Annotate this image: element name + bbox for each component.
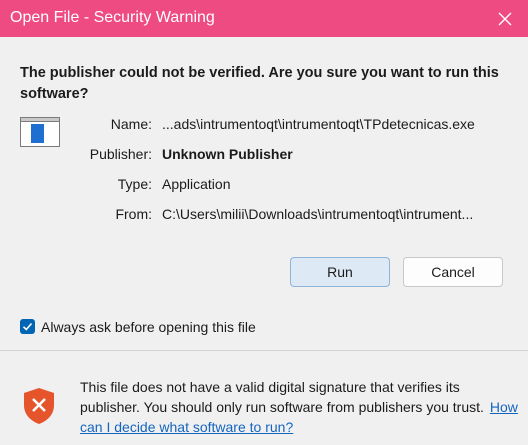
publisher-row: Publisher: Unknown Publisher (0, 146, 528, 166)
name-label: Name: (110, 116, 152, 132)
type-label: Type: (117, 176, 152, 192)
warning-text: This file does not have a valid digital … (80, 379, 484, 415)
from-value: C:\Users\milii\Downloads\intrumentoqt\in… (162, 206, 474, 222)
cancel-button[interactable]: Cancel (403, 257, 503, 287)
security-shield-icon (24, 388, 54, 424)
checkmark-icon (22, 322, 33, 331)
warning-message: This file does not have a valid digital … (80, 377, 520, 437)
close-icon (498, 12, 512, 25)
always-ask-label[interactable]: Always ask before opening this file (41, 319, 256, 335)
from-label: From: (115, 206, 152, 222)
warning-heading: The publisher could not be verified. Are… (20, 65, 499, 102)
name-value: ...ads\intrumentoqt\intrumentoqt\TPdetec… (162, 116, 475, 132)
always-ask-checkbox[interactable] (20, 319, 35, 334)
divider (0, 350, 528, 351)
run-button[interactable]: Run (290, 257, 390, 287)
publisher-label: Publisher: (89, 146, 152, 162)
name-row: Name: ...ads\intrumentoqt\intrumentoqt\T… (0, 116, 528, 136)
close-button[interactable] (482, 0, 528, 37)
window-title: Open File - Security Warning (10, 9, 215, 26)
from-row: From: C:\Users\milii\Downloads\intrument… (0, 206, 528, 226)
publisher-value: Unknown Publisher (162, 146, 293, 162)
type-row: Type: Application (0, 176, 528, 196)
title-bar: Open File - Security Warning (0, 0, 528, 37)
type-value: Application (162, 176, 231, 192)
